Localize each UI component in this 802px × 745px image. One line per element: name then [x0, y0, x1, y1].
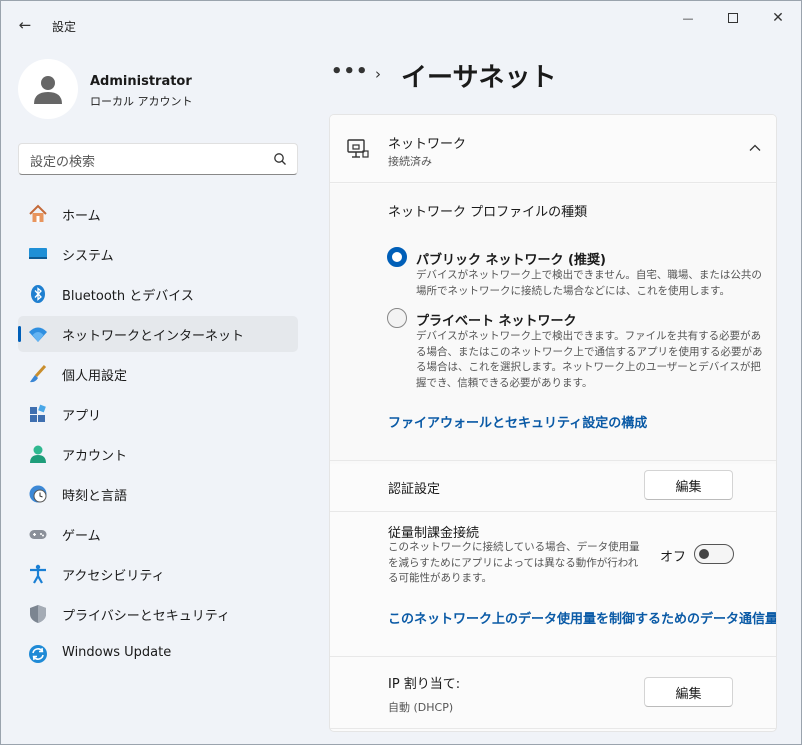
- sidebar-item-label: アクセシビリティ: [62, 569, 165, 584]
- search-input[interactable]: 設定の検索: [18, 143, 298, 175]
- search-placeholder: 設定の検索: [30, 155, 96, 170]
- maximize-button[interactable]: [710, 1, 756, 35]
- ip-assignment-value: 自動 (DHCP): [388, 701, 454, 714]
- maximize-icon: [728, 13, 738, 23]
- metered-toggle[interactable]: [694, 544, 734, 564]
- sidebar-item-accessibility[interactable]: アクセシビリティ: [18, 556, 298, 592]
- public-network-desc: デバイスがネットワーク上で検出できません。自宅、職場、または公共の場所でネットワ…: [416, 269, 762, 297]
- auth-edit-button[interactable]: 編集: [644, 470, 733, 500]
- public-network-radio[interactable]: [387, 247, 407, 267]
- sidebar-item-personalization[interactable]: 個人用設定: [18, 356, 298, 392]
- network-card-header[interactable]: ネットワーク 接続済み: [330, 115, 776, 183]
- avatar: [18, 59, 78, 119]
- ip-assignment-label: IP 割り当て:: [388, 677, 461, 692]
- divider: [330, 460, 776, 461]
- divider: [330, 728, 776, 729]
- clock-globe-icon: [29, 485, 47, 503]
- sidebar-item-label: Bluetooth とデバイス: [62, 289, 194, 304]
- system-icon: [29, 248, 47, 259]
- ip-edit-button[interactable]: 編集: [644, 677, 733, 707]
- auth-settings-label: 認証設定: [388, 482, 441, 497]
- data-usage-link[interactable]: このネットワーク上のデータ使用量を制御するためのデータ通信量: [388, 608, 776, 627]
- sidebar-item-apps[interactable]: アプリ: [18, 396, 298, 432]
- metered-toggle-state: オフ: [660, 550, 687, 565]
- network-title: ネットワーク: [388, 137, 467, 152]
- ethernet-icon: [347, 139, 369, 158]
- shield-icon: [30, 605, 46, 623]
- sidebar-item-system[interactable]: システム: [18, 236, 298, 272]
- public-network-title: パブリック ネットワーク (推奨): [416, 253, 606, 268]
- sidebar-item-accounts[interactable]: アカウント: [18, 436, 298, 472]
- sidebar-item-label: 個人用設定: [62, 369, 128, 384]
- accessibility-icon: [30, 564, 46, 584]
- app-title: 設定: [52, 20, 77, 34]
- breadcrumb-more-button[interactable]: •••: [331, 61, 369, 82]
- update-icon: [29, 645, 47, 663]
- brush-icon: [30, 364, 47, 383]
- wifi-icon: [29, 327, 47, 342]
- user-name: Administrator: [90, 74, 192, 89]
- home-icon: [29, 204, 47, 222]
- apps-icon: [30, 404, 46, 422]
- sidebar-item-home[interactable]: ホーム: [18, 196, 298, 232]
- firewall-settings-link[interactable]: ファイアウォールとセキュリティ設定の構成: [388, 412, 647, 431]
- user-avatar-icon: [34, 76, 62, 104]
- sidebar-item-gaming[interactable]: ゲーム: [18, 516, 298, 552]
- sidebar-item-time-language[interactable]: 時刻と言語: [18, 476, 298, 512]
- network-status: 接続済み: [388, 155, 432, 168]
- search-icon: [274, 153, 286, 165]
- private-network-radio[interactable]: [387, 308, 407, 328]
- account-icon: [30, 445, 46, 463]
- divider: [330, 511, 776, 512]
- gamepad-icon: [29, 530, 47, 539]
- sidebar-item-label: ホーム: [62, 209, 101, 224]
- profile-type-heading: ネットワーク プロファイルの種類: [388, 205, 588, 220]
- private-network-desc: デバイスがネットワーク上で検出できます。ファイルを共有する必要がある場合、または…: [416, 330, 763, 389]
- back-button[interactable]: ←: [13, 15, 37, 35]
- sidebar-item-label: システム: [62, 249, 114, 264]
- chevron-up-icon[interactable]: [748, 141, 762, 155]
- minimize-button[interactable]: —: [665, 1, 711, 35]
- sidebar-item-label: ゲーム: [62, 529, 101, 544]
- sidebar-item-bluetooth[interactable]: Bluetooth とデバイス: [18, 276, 298, 312]
- sidebar-item-label: アプリ: [62, 409, 102, 424]
- sidebar-item-label: プライバシーとセキュリティ: [62, 609, 230, 624]
- sidebar-item-network[interactable]: ネットワークとインターネット: [18, 316, 298, 352]
- sidebar-item-label: Windows Update: [62, 645, 172, 660]
- sidebar-item-label: ネットワークとインターネット: [62, 329, 245, 344]
- minimize-icon: —: [682, 11, 694, 25]
- close-icon: ✕: [772, 10, 784, 26]
- account-type: ローカル アカウント: [90, 95, 193, 108]
- sidebar-nav: ホーム システム Bluetooth とデバイス ネットワークとインターネット …: [18, 196, 298, 676]
- title-bar: ← 設定 — ✕: [1, 1, 801, 47]
- sidebar-item-privacy[interactable]: プライバシーとセキュリティ: [18, 596, 298, 632]
- chevron-right-icon: ›: [375, 65, 381, 83]
- bluetooth-icon: [31, 285, 45, 303]
- arrow-left-icon: ←: [18, 16, 32, 34]
- close-button[interactable]: ✕: [755, 1, 801, 35]
- private-network-title: プライベート ネットワーク: [416, 314, 577, 329]
- sidebar-item-label: 時刻と言語: [62, 489, 128, 504]
- page-title: イーサネット: [401, 63, 557, 93]
- sidebar-item-windows-update[interactable]: Windows Update: [18, 636, 298, 672]
- metered-connection-label: 従量制課金接続: [388, 526, 480, 541]
- divider: [330, 656, 776, 657]
- metered-connection-desc: このネットワークに接続している場合、データ使用量を減らすためにアプリによっては異…: [388, 541, 640, 584]
- network-card: ネットワーク 接続済み ネットワーク プロファイルの種類 パブリック ネットワー…: [329, 114, 777, 732]
- toggle-knob: [699, 549, 709, 559]
- sidebar-item-label: アカウント: [62, 449, 128, 464]
